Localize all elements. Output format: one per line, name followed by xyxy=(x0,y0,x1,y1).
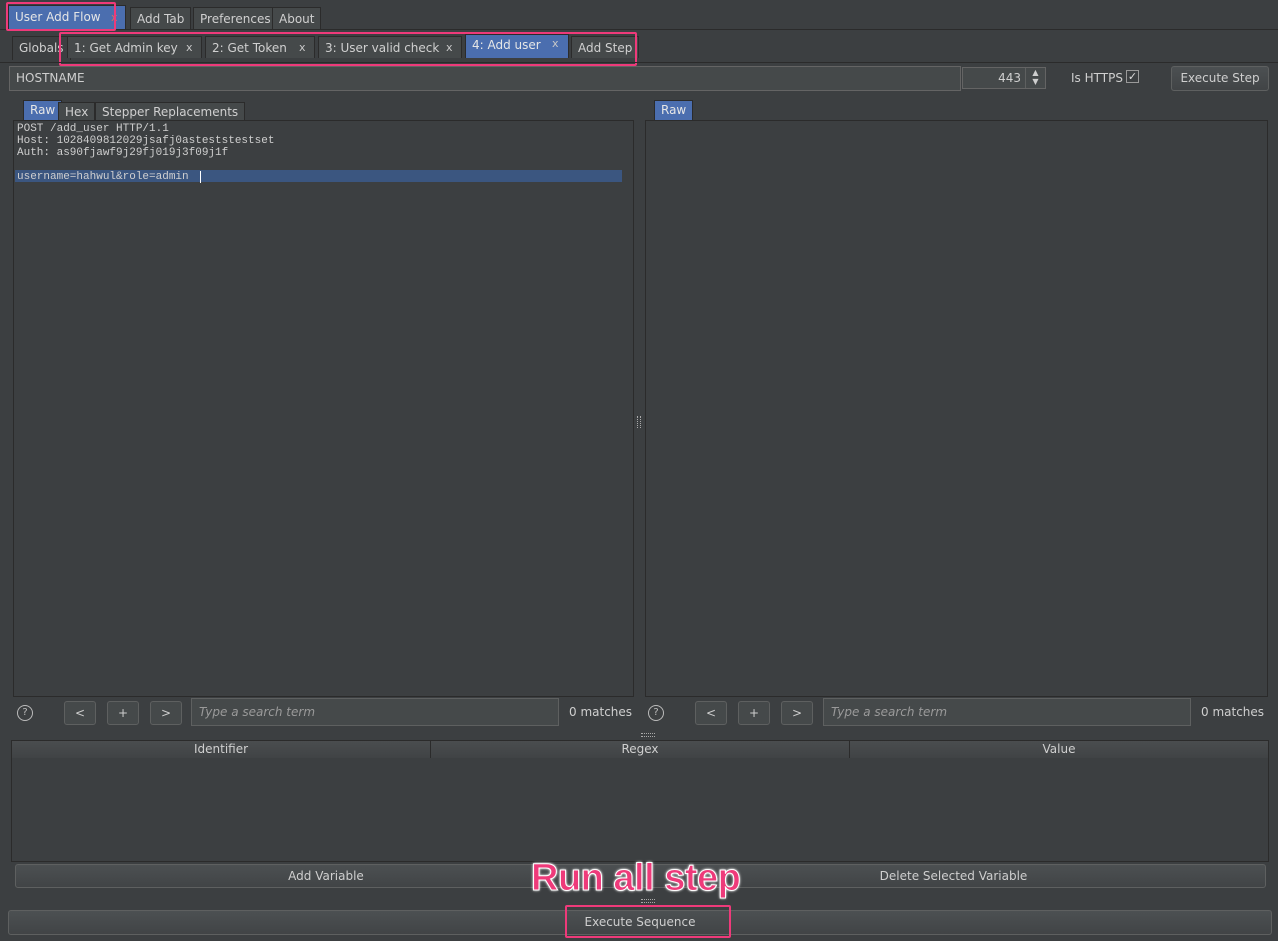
tab-preferences[interactable]: Preferences xyxy=(193,7,278,29)
help-icon[interactable]: ? xyxy=(17,705,33,721)
hostname-field[interactable]: HOSTNAME xyxy=(9,66,961,91)
port-spinner[interactable]: 443 ▲ ▼ xyxy=(962,67,1046,89)
execute-step-button[interactable]: Execute Step xyxy=(1171,66,1269,91)
highlight-execute-sequence xyxy=(565,905,731,938)
search-add-button[interactable]: + xyxy=(107,701,139,725)
text-cursor xyxy=(200,171,201,183)
splitter-grip-icon xyxy=(637,416,641,428)
is-https-checkbox[interactable]: ✓ xyxy=(1126,70,1139,83)
help-icon[interactable]: ? xyxy=(648,705,664,721)
search-next-button[interactable]: > xyxy=(150,701,182,725)
column-identifier[interactable]: Identifier xyxy=(12,741,431,758)
horizontal-splitter[interactable] xyxy=(0,731,1278,739)
request-search-input[interactable]: Type a search term xyxy=(191,698,559,726)
request-tab-hex[interactable]: Hex xyxy=(58,102,96,121)
response-match-count: 0 matches xyxy=(1201,705,1265,719)
annotation-text: Run all step xyxy=(530,857,741,900)
variables-table[interactable] xyxy=(11,740,1269,862)
search-prev-button[interactable]: < xyxy=(695,701,727,725)
top-tab-bar xyxy=(0,0,1278,30)
request-line: POST /add_user HTTP/1.1 xyxy=(17,123,169,135)
request-editor[interactable]: POST /add_user HTTP/1.1 Host: 1028409812… xyxy=(13,120,634,697)
column-regex[interactable]: Regex xyxy=(431,741,850,758)
response-editor[interactable] xyxy=(645,120,1268,697)
request-tab-raw[interactable]: Raw xyxy=(23,100,63,120)
spinner-arrows-icon[interactable]: ▲ ▼ xyxy=(1025,68,1045,88)
tab-add-tab[interactable]: Add Tab xyxy=(130,7,192,29)
response-tab-raw[interactable]: Raw xyxy=(654,100,694,120)
response-search-input[interactable]: Type a search term xyxy=(823,698,1191,726)
search-next-button[interactable]: > xyxy=(781,701,813,725)
request-tab-stepper-replacements[interactable]: Stepper Replacements xyxy=(95,102,246,121)
search-prev-button[interactable]: < xyxy=(64,701,96,725)
is-https-label: Is HTTPS xyxy=(1071,71,1123,85)
request-body-line: username=hahwul&role=admin xyxy=(17,171,189,183)
request-match-count: 0 matches xyxy=(569,705,633,719)
search-add-button[interactable]: + xyxy=(738,701,770,725)
column-value[interactable]: Value xyxy=(850,741,1268,758)
port-value: 443 xyxy=(998,71,1021,85)
highlight-flow-tab xyxy=(6,2,116,31)
splitter-grip-icon xyxy=(641,733,655,737)
highlight-step-tabs xyxy=(59,32,637,66)
request-host-line: Host: 1028409812029jsafj0asteststestset xyxy=(17,135,275,147)
request-auth-line: Auth: as90fjawf9j29fj019j3f09j1f xyxy=(17,147,229,159)
tab-about[interactable]: About xyxy=(272,7,322,29)
